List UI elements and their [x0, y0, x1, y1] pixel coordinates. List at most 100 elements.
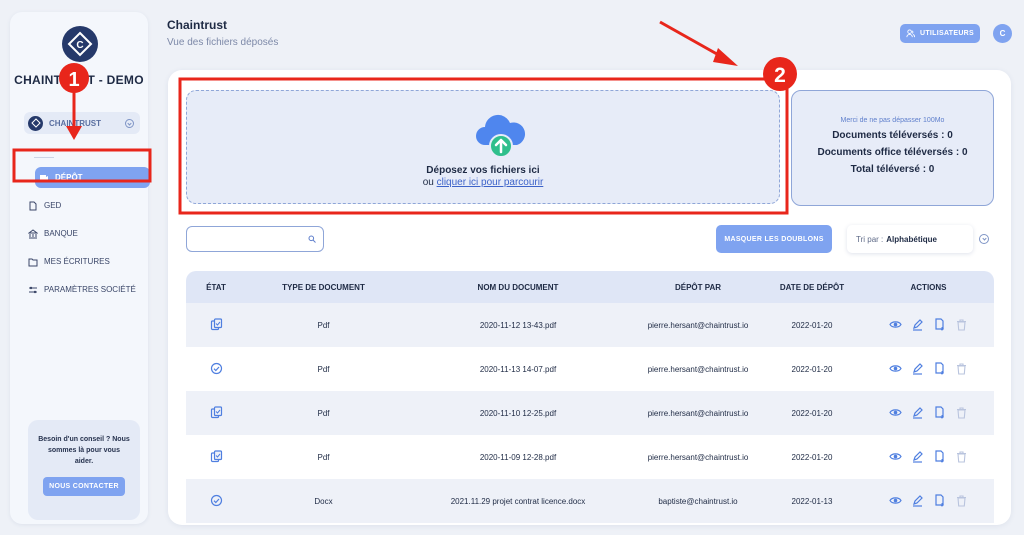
settings-icon — [28, 285, 38, 295]
trash-icon[interactable] — [955, 318, 968, 333]
documents-count: Documents téléversés : 0 — [832, 130, 953, 141]
hide-duplicates-button[interactable]: MASQUER LES DOUBLONS — [716, 225, 832, 253]
sidebar: C CHAINTRUST - DEMO CHAINTRUST DÉPÔT GED… — [10, 12, 150, 524]
cell-date: 2022-01-20 — [791, 320, 833, 330]
download-icon[interactable] — [933, 493, 946, 509]
edit-icon[interactable] — [911, 494, 924, 509]
table-row: Pdf 2020-11-12 13-43.pdf pierre.hersant@ch… — [186, 303, 994, 347]
cell-depot: pierre.hersant@chaintrust.io — [647, 408, 749, 418]
browse-link[interactable]: cliquer ici pour parcourir — [437, 177, 544, 188]
dropzone-title: Déposez vos fichiers ici — [426, 165, 540, 176]
sidebar-item-label: MES ÉCRITURES — [44, 257, 110, 266]
column-header-actions: ACTIONS — [910, 282, 947, 292]
sidebar-item-label: DÉPÔT — [55, 173, 83, 182]
table-row: Pdf 2020-11-13 14-07.pdf pierre.hersant@ch… — [186, 347, 994, 391]
cell-actions — [863, 317, 994, 333]
eye-icon[interactable] — [889, 494, 902, 509]
trash-icon[interactable] — [955, 406, 968, 421]
table-body: Pdf 2020-11-12 13-43.pdf pierre.hersant@ch… — [186, 303, 994, 523]
trash-icon[interactable] — [955, 494, 968, 509]
cell-type: Docx — [314, 496, 333, 506]
eye-icon[interactable] — [889, 362, 902, 377]
cell-nom: 2020-11-10 12-25.pdf — [479, 408, 557, 418]
download-icon[interactable] — [933, 449, 946, 465]
column-header-type: TYPE DE DOCUMENT — [282, 282, 365, 292]
cell-etat — [186, 405, 246, 421]
column-header-etat: ÉTAT — [206, 282, 226, 292]
office-documents-count: Documents office téléversés : 0 — [817, 147, 968, 158]
sort-label: Tri par : — [856, 234, 884, 244]
cell-nom: 2020-11-09 12-28.pdf — [479, 452, 557, 462]
total-count: Total téléversé : 0 — [850, 164, 935, 175]
download-icon[interactable] — [933, 405, 946, 421]
eye-icon[interactable] — [889, 406, 902, 421]
duplicate-icon — [210, 317, 223, 333]
sidebar-item-ecritures[interactable]: MES ÉCRITURES — [24, 251, 150, 272]
edit-icon[interactable] — [911, 406, 924, 421]
ledger-icon — [28, 257, 38, 267]
sidebar-item-label: GED — [44, 201, 62, 210]
cell-nom: 2020-11-13 14-07.pdf — [479, 364, 557, 374]
avatar[interactable]: C — [993, 24, 1012, 43]
company-name: CHAINTRUST - DEMO — [14, 73, 144, 87]
duplicate-icon — [210, 449, 223, 465]
cell-etat — [186, 494, 246, 509]
trash-icon[interactable] — [955, 450, 968, 465]
upload-dropzone[interactable]: Déposez vos fichiers ici ou cliquer ici … — [186, 90, 780, 204]
cell-date: 2022-01-20 — [791, 364, 833, 374]
cell-actions — [863, 361, 994, 377]
cell-date: 2022-01-20 — [791, 452, 833, 462]
cell-date: 2022-01-13 — [791, 496, 833, 506]
sidebar-nav: DÉPÔT GED BANQUE MES ÉCRITURES PARAMÈTRE… — [24, 167, 150, 307]
help-card: Besoin d'un conseil ? Nous sommes là pou… — [28, 420, 140, 520]
chevron-down-icon[interactable] — [979, 234, 989, 244]
sort-value: Alphabétique — [886, 234, 937, 244]
cell-type: Pdf — [317, 320, 330, 330]
dropzone-subtitle-prefix: ou — [422, 177, 434, 188]
cell-nom: 2021.11.29 projet contrat licence.docx — [450, 496, 586, 506]
sort-select[interactable]: Tri par : Alphabétique — [847, 225, 973, 253]
dropzone-subtitle: ou cliquer ici pour parcourir — [187, 177, 779, 188]
edit-icon[interactable] — [911, 318, 924, 333]
search-icon — [308, 235, 316, 243]
contact-button[interactable]: NOUS CONTACTER — [43, 477, 125, 496]
table-row: Pdf 2020-11-09 12-28.pdf pierre.hersant@ch… — [186, 435, 994, 479]
trash-icon[interactable] — [955, 362, 968, 377]
cell-actions — [863, 493, 994, 509]
users-button[interactable]: UTILISATEURS — [900, 24, 980, 43]
annotation-arrow-2 — [659, 20, 725, 60]
table-header: ÉTAT TYPE DE DOCUMENT NOM DU DOCUMENT DÉ… — [186, 271, 994, 303]
page-title: Chaintrust — [167, 18, 227, 32]
eye-icon[interactable] — [889, 450, 902, 465]
check-circle-icon — [210, 362, 223, 377]
edit-icon[interactable] — [911, 362, 924, 377]
cell-date: 2022-01-20 — [791, 408, 833, 418]
divider — [34, 157, 54, 158]
help-text: Besoin d'un conseil ? Nous sommes là pou… — [38, 436, 130, 465]
sidebar-item-label: PARAMÈTRES SOCIÉTÉ — [44, 285, 136, 294]
search-input[interactable] — [186, 226, 324, 252]
sidebar-item-depot[interactable]: DÉPÔT — [35, 167, 150, 188]
cell-type: Pdf — [317, 364, 330, 374]
eye-icon[interactable] — [889, 318, 902, 333]
company-selector[interactable]: CHAINTRUST — [24, 112, 140, 134]
sidebar-item-parametres[interactable]: PARAMÈTRES SOCIÉTÉ — [24, 279, 150, 300]
users-icon — [906, 29, 915, 38]
check-circle-icon — [210, 494, 223, 509]
duplicate-icon — [210, 405, 223, 421]
sidebar-item-banque[interactable]: BANQUE — [24, 223, 150, 244]
column-header-date: DATE DE DÉPÔT — [779, 282, 845, 292]
column-header-nom: NOM DU DOCUMENT — [477, 282, 559, 292]
upload-icon — [39, 173, 49, 183]
svg-text:C: C — [76, 40, 83, 51]
annotation-arrowhead-2 — [713, 48, 738, 66]
cell-type: Pdf — [317, 408, 330, 418]
cell-etat — [186, 449, 246, 465]
edit-icon[interactable] — [911, 450, 924, 465]
sidebar-item-ged[interactable]: GED — [24, 195, 150, 216]
company-mini-logo — [28, 115, 43, 131]
users-button-label: UTILISATEURS — [919, 30, 975, 37]
download-icon[interactable] — [933, 317, 946, 333]
download-icon[interactable] — [933, 361, 946, 377]
chevron-down-icon — [125, 118, 134, 128]
